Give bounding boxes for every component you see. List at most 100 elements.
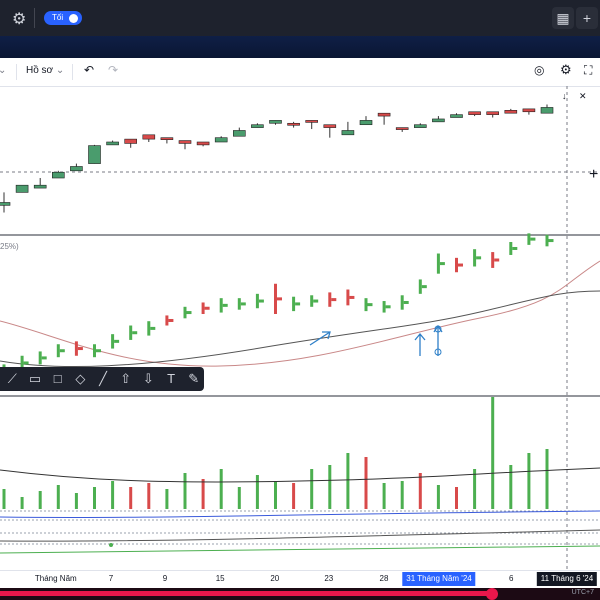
oscillator-dot — [109, 543, 113, 547]
pen-icon[interactable]: ✎ — [183, 368, 204, 390]
annotation-arrow — [414, 332, 426, 356]
ohlc-tick — [59, 349, 65, 353]
candle-body — [106, 141, 119, 146]
candle-body — [15, 184, 29, 193]
time-axis[interactable]: 31 Tháng Năm '24 11 Tháng 6 '24 Tháng Nă… — [0, 570, 600, 589]
ohlc-tick — [204, 306, 210, 310]
candle-body — [287, 122, 300, 126]
moving-average-red — [0, 260, 600, 367]
ohlc-tick — [132, 331, 138, 335]
settings-icon[interactable]: ⚙ — [560, 62, 572, 78]
candle-body — [486, 111, 500, 115]
rectangle-icon[interactable]: □ — [47, 368, 68, 390]
ohlc-bar — [310, 295, 314, 307]
close-pane-icon[interactable]: ✕ — [579, 91, 587, 101]
ohlc-tick — [403, 300, 409, 304]
ohlc-bar — [527, 233, 531, 245]
divider — [34, 8, 35, 28]
fullscreen-icon[interactable]: ⛶ — [584, 63, 592, 78]
time-axis-label: 23 — [324, 574, 334, 583]
candle-body — [233, 130, 246, 137]
ohlc-bar — [346, 289, 350, 306]
ohlc-bar — [147, 321, 151, 336]
volume-bar — [274, 481, 277, 509]
theme-toggle[interactable]: Tối — [44, 11, 83, 25]
gear-icon[interactable]: ⚙ — [12, 9, 26, 29]
volume-bar — [455, 487, 458, 509]
drawing-toolbar: ⟋ ▭ □ ◇ ╱ ⇧ ⇩ T ✎ — [0, 367, 204, 391]
ohlc-tick — [186, 311, 192, 315]
volume-bar — [436, 485, 440, 509]
chevron-down-icon[interactable]: ⌄ — [0, 65, 6, 76]
theme-toggle-label: Tối — [52, 13, 64, 22]
snapshot-icon[interactable]: ◎ — [534, 63, 544, 77]
diamond-icon[interactable]: ◇ — [70, 368, 91, 390]
ohlc-tick — [476, 256, 482, 260]
chevron-down-icon: ⌄ — [55, 65, 65, 76]
comment-icon[interactable]: ▭ — [25, 368, 46, 390]
volume-bar — [201, 479, 205, 509]
volume-bar — [2, 489, 6, 509]
candle-body — [33, 184, 47, 189]
ohlc-bar — [129, 325, 133, 340]
text-icon[interactable]: T — [161, 368, 182, 390]
price-chart[interactable]: + ↓ ✕ 25%) — [0, 86, 600, 570]
candles-top-series — [0, 104, 554, 213]
ohlc-tick — [150, 326, 156, 330]
undo-icon[interactable]: ↶ — [84, 63, 94, 77]
time-axis-label: 15 — [215, 574, 225, 583]
time-axis-label: Tháng Năm — [34, 574, 77, 583]
candle-body — [468, 111, 481, 115]
oscillator-line-green — [0, 545, 600, 554]
candle-body — [160, 137, 174, 140]
ohlc-bar — [274, 283, 277, 314]
arrow-up-icon[interactable]: ⇧ — [115, 368, 136, 390]
video-progress-bar[interactable]: UTC+7 — [0, 588, 600, 600]
candle-body — [323, 124, 337, 128]
arrow-down-icon[interactable]: ⇩ — [138, 368, 159, 390]
ohlc-tick — [23, 361, 29, 365]
ohlc-tick — [77, 347, 83, 351]
move-down-icon[interactable]: ↓ — [562, 91, 567, 101]
candle-body — [251, 124, 264, 128]
candle-body — [196, 141, 210, 146]
volume-bar — [20, 497, 24, 509]
ohlc-tick — [349, 295, 355, 299]
ohlc-tick — [96, 349, 101, 353]
moving-average-gray — [0, 290, 600, 368]
candle-body — [0, 202, 11, 206]
current-date-label: 11 Tháng 6 '24 — [536, 572, 598, 586]
ohlc-tick — [367, 303, 373, 307]
line-icon[interactable]: ╱ — [93, 368, 114, 390]
oscillator-line-gray — [0, 529, 600, 542]
volume-bar — [382, 483, 386, 509]
annotation-arrow — [309, 331, 331, 346]
profile-menu[interactable]: Hồ sơ ⌄ — [26, 65, 64, 76]
time-axis-label: 20 — [270, 574, 280, 583]
volume-bar — [491, 397, 495, 509]
candle-body — [432, 118, 445, 123]
ohlc-tick — [41, 356, 47, 360]
ohlc-tick — [530, 237, 536, 241]
oscillator-line-blue — [0, 510, 600, 518]
progress-handle[interactable] — [486, 588, 498, 600]
ohlc-tick — [458, 263, 463, 267]
brush-icon[interactable]: ⟋ — [2, 368, 23, 390]
plus-icon[interactable]: + — [576, 7, 598, 29]
grid-icon[interactable]: ▦ — [552, 7, 574, 29]
divider — [72, 64, 73, 80]
candle-body — [269, 120, 282, 124]
volume-bar — [237, 487, 241, 509]
ohlc-tick — [114, 339, 120, 343]
ohlc-tick — [168, 318, 174, 322]
time-axis-label: 28 — [379, 574, 389, 583]
ohlc-bar — [219, 298, 223, 313]
ohlc-tick — [548, 239, 554, 243]
candle-body — [540, 107, 554, 114]
redo-icon[interactable]: ↷ — [108, 63, 118, 77]
candle-body — [305, 120, 319, 123]
ohlc-bar — [74, 341, 78, 356]
volume-bar — [129, 487, 133, 509]
volume-bar — [527, 453, 531, 509]
volume-bar — [56, 485, 60, 509]
